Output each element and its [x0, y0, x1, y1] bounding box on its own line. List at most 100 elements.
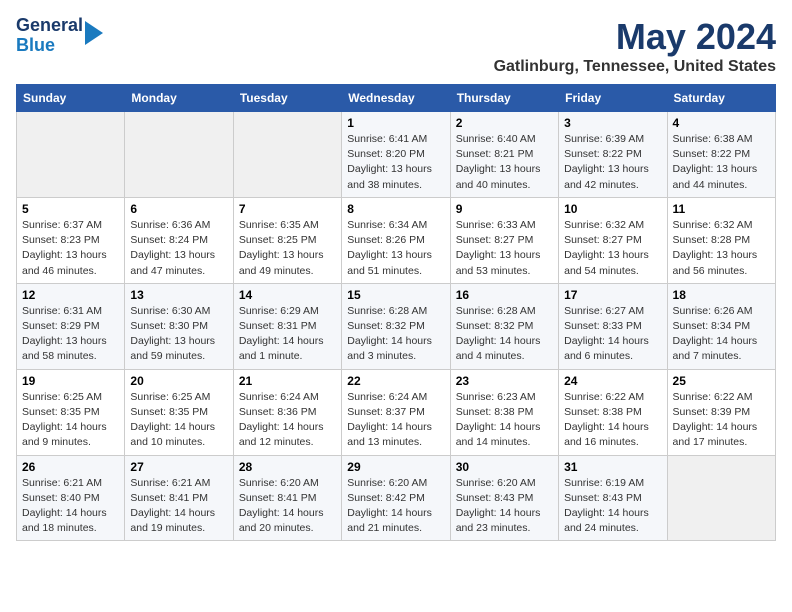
calendar-cell [125, 112, 233, 198]
calendar-cell: 22 Sunrise: 6:24 AMSunset: 8:37 PMDayligh… [342, 369, 450, 455]
calendar-cell: 27Sunrise: 6:21 AMSunset: 8:41 PMDayligh… [125, 455, 233, 541]
day-number: 30 [456, 460, 553, 474]
logo: General Blue [16, 16, 103, 56]
calendar-cell: 25Sunrise: 6:22 AMSunset: 8:39 PMDayligh… [667, 369, 775, 455]
day-info: Sunrise: 6:39 AMSunset: 8:22 PMDaylight:… [564, 132, 661, 193]
calendar-cell [667, 455, 775, 541]
weekday-header-row: SundayMondayTuesdayWednesdayThursdayFrid… [17, 85, 776, 112]
calendar-cell: 7 Sunrise: 6:35 AMSunset: 8:25 PMDaylight… [233, 197, 341, 283]
day-info: Sunrise: 6:32 AMSunset: 8:27 PMDaylight:… [564, 218, 661, 279]
calendar-cell: 19 Sunrise: 6:25 AMSunset: 8:35 PMDayligh… [17, 369, 125, 455]
day-info: Sunrise: 6:22 AMSunset: 8:38 PMDaylight:… [564, 390, 661, 451]
day-info: Sunrise: 6:24 AMSunset: 8:37 PMDaylight:… [347, 390, 444, 451]
logo-blue: Blue [16, 36, 83, 56]
day-info: Sunrise: 6:37 AMSunset: 8:23 PMDaylight:… [22, 218, 119, 279]
day-info: Sunrise: 6:36 AMSunset: 8:24 PMDaylight:… [130, 218, 227, 279]
calendar-cell: 13Sunrise: 6:30 AMSunset: 8:30 PMDayligh… [125, 283, 233, 369]
day-info: Sunrise: 6:20 AMSunset: 8:43 PMDaylight:… [456, 476, 553, 537]
day-info: Sunrise: 6:29 AMSunset: 8:31 PMDaylight:… [239, 304, 336, 365]
day-number: 20 [130, 374, 227, 388]
day-number: 10 [564, 202, 661, 216]
day-number: 29 [347, 460, 444, 474]
day-number: 24 [564, 374, 661, 388]
day-info: Sunrise: 6:23 AMSunset: 8:38 PMDaylight:… [456, 390, 553, 451]
day-info: Sunrise: 6:19 AMSunset: 8:43 PMDaylight:… [564, 476, 661, 537]
day-info: Sunrise: 6:25 AMSunset: 8:35 PMDaylight:… [22, 390, 119, 451]
calendar-week-row: 26 Sunrise: 6:21 AMSunset: 8:40 PMDayligh… [17, 455, 776, 541]
logo-general: General [16, 16, 83, 36]
weekday-header-tuesday: Tuesday [233, 85, 341, 112]
day-info: Sunrise: 6:40 AMSunset: 8:21 PMDaylight:… [456, 132, 553, 193]
day-number: 15 [347, 288, 444, 302]
calendar-cell: 17Sunrise: 6:27 AMSunset: 8:33 PMDayligh… [559, 283, 667, 369]
calendar-cell: 29Sunrise: 6:20 AMSunset: 8:42 PMDayligh… [342, 455, 450, 541]
logo-arrow-icon [85, 21, 103, 45]
calendar-cell [233, 112, 341, 198]
day-info: Sunrise: 6:34 AMSunset: 8:26 PMDaylight:… [347, 218, 444, 279]
day-info: Sunrise: 6:20 AMSunset: 8:41 PMDaylight:… [239, 476, 336, 537]
calendar-cell: 18 Sunrise: 6:26 AMSunset: 8:34 PMDayligh… [667, 283, 775, 369]
day-number: 5 [22, 202, 119, 216]
calendar-week-row: 19 Sunrise: 6:25 AMSunset: 8:35 PMDayligh… [17, 369, 776, 455]
day-info: Sunrise: 6:38 AMSunset: 8:22 PMDaylight:… [673, 132, 770, 193]
day-info: Sunrise: 6:21 AMSunset: 8:40 PMDaylight:… [22, 476, 119, 537]
day-info: Sunrise: 6:28 AMSunset: 8:32 PMDaylight:… [456, 304, 553, 365]
day-info: Sunrise: 6:28 AMSunset: 8:32 PMDaylight:… [347, 304, 444, 365]
calendar-cell: 14 Sunrise: 6:29 AMSunset: 8:31 PMDayligh… [233, 283, 341, 369]
calendar-cell [17, 112, 125, 198]
day-number: 11 [673, 202, 770, 216]
day-number: 3 [564, 116, 661, 130]
calendar-cell: 26 Sunrise: 6:21 AMSunset: 8:40 PMDayligh… [17, 455, 125, 541]
day-info: Sunrise: 6:32 AMSunset: 8:28 PMDaylight:… [673, 218, 770, 279]
day-number: 28 [239, 460, 336, 474]
calendar-cell: 15 Sunrise: 6:28 AMSunset: 8:32 PMDayligh… [342, 283, 450, 369]
logo-text: General Blue [16, 16, 83, 56]
calendar-cell: 5 Sunrise: 6:37 AMSunset: 8:23 PMDaylight… [17, 197, 125, 283]
day-number: 22 [347, 374, 444, 388]
day-number: 12 [22, 288, 119, 302]
weekday-header-monday: Monday [125, 85, 233, 112]
day-info: Sunrise: 6:31 AMSunset: 8:29 PMDaylight:… [22, 304, 119, 365]
weekday-header-sunday: Sunday [17, 85, 125, 112]
day-number: 19 [22, 374, 119, 388]
weekday-header-friday: Friday [559, 85, 667, 112]
calendar-week-row: 12 Sunrise: 6:31 AMSunset: 8:29 PMDayligh… [17, 283, 776, 369]
calendar-cell: 2 Sunrise: 6:40 AMSunset: 8:21 PMDaylight… [450, 112, 558, 198]
calendar-cell: 9Sunrise: 6:33 AMSunset: 8:27 PMDaylight… [450, 197, 558, 283]
day-number: 31 [564, 460, 661, 474]
day-number: 2 [456, 116, 553, 130]
calendar-cell: 11 Sunrise: 6:32 AMSunset: 8:28 PMDayligh… [667, 197, 775, 283]
day-number: 4 [673, 116, 770, 130]
day-info: Sunrise: 6:26 AMSunset: 8:34 PMDaylight:… [673, 304, 770, 365]
day-number: 1 [347, 116, 444, 130]
weekday-header-wednesday: Wednesday [342, 85, 450, 112]
calendar-cell: 23Sunrise: 6:23 AMSunset: 8:38 PMDayligh… [450, 369, 558, 455]
day-info: Sunrise: 6:25 AMSunset: 8:35 PMDaylight:… [130, 390, 227, 451]
day-info: Sunrise: 6:24 AMSunset: 8:36 PMDaylight:… [239, 390, 336, 451]
day-number: 18 [673, 288, 770, 302]
calendar-cell: 1 Sunrise: 6:41 AMSunset: 8:20 PMDaylight… [342, 112, 450, 198]
calendar-cell: 21Sunrise: 6:24 AMSunset: 8:36 PMDayligh… [233, 369, 341, 455]
calendar-cell: 10 Sunrise: 6:32 AMSunset: 8:27 PMDayligh… [559, 197, 667, 283]
month-year-title: May 2024 [494, 16, 776, 58]
day-number: 26 [22, 460, 119, 474]
day-number: 7 [239, 202, 336, 216]
day-number: 27 [130, 460, 227, 474]
calendar-cell: 20 Sunrise: 6:25 AMSunset: 8:35 PMDayligh… [125, 369, 233, 455]
day-info: Sunrise: 6:35 AMSunset: 8:25 PMDaylight:… [239, 218, 336, 279]
day-number: 6 [130, 202, 227, 216]
day-number: 8 [347, 202, 444, 216]
calendar-cell: 31 Sunrise: 6:19 AMSunset: 8:43 PMDayligh… [559, 455, 667, 541]
calendar-week-row: 5 Sunrise: 6:37 AMSunset: 8:23 PMDaylight… [17, 197, 776, 283]
day-info: Sunrise: 6:41 AMSunset: 8:20 PMDaylight:… [347, 132, 444, 193]
day-number: 14 [239, 288, 336, 302]
day-info: Sunrise: 6:33 AMSunset: 8:27 PMDaylight:… [456, 218, 553, 279]
calendar-cell: 6 Sunrise: 6:36 AMSunset: 8:24 PMDaylight… [125, 197, 233, 283]
calendar-cell: 30 Sunrise: 6:20 AMSunset: 8:43 PMDayligh… [450, 455, 558, 541]
calendar-cell: 12 Sunrise: 6:31 AMSunset: 8:29 PMDayligh… [17, 283, 125, 369]
day-number: 16 [456, 288, 553, 302]
calendar-cell: 3 Sunrise: 6:39 AMSunset: 8:22 PMDaylight… [559, 112, 667, 198]
calendar-cell: 24 Sunrise: 6:22 AMSunset: 8:38 PMDayligh… [559, 369, 667, 455]
day-info: Sunrise: 6:30 AMSunset: 8:30 PMDaylight:… [130, 304, 227, 365]
location-subtitle: Gatlinburg, Tennessee, United States [494, 58, 776, 76]
